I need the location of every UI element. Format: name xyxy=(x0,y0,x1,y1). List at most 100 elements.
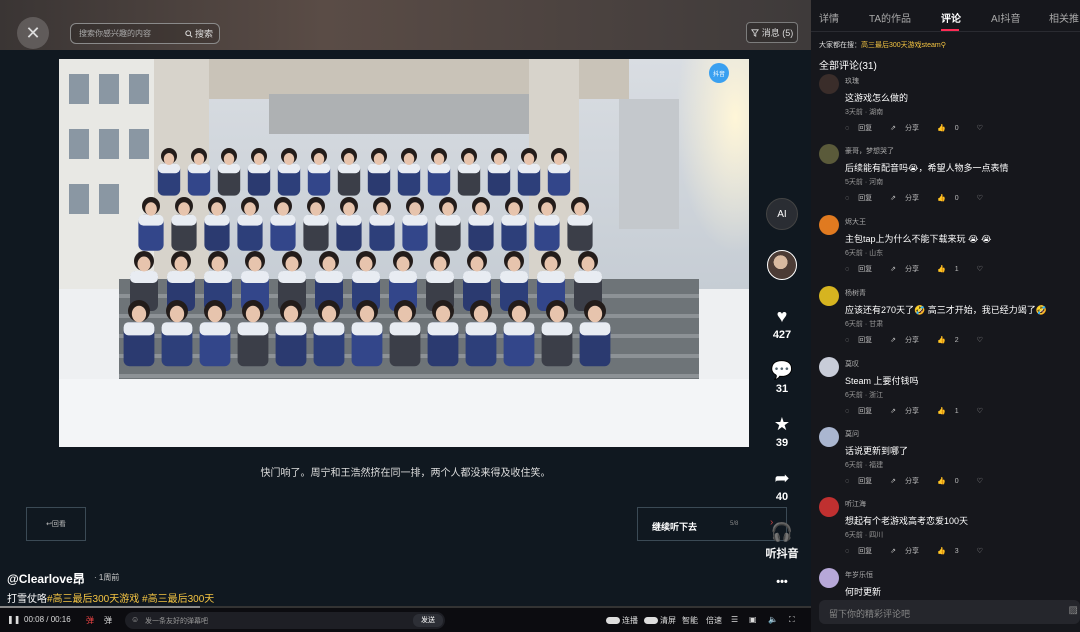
danmu-input-box[interactable]: ☺ 发一条友好的弹幕吧 发送 xyxy=(125,612,445,629)
like-button[interactable]: 👍 0 xyxy=(937,478,968,485)
comment-username[interactable]: 年岁乐恒 xyxy=(845,570,873,580)
favorite-button[interactable]: ★ 39 xyxy=(762,414,802,449)
like-button[interactable]: ♥ 427 xyxy=(762,306,802,341)
dislike-button[interactable]: ♡ xyxy=(977,548,992,555)
dislike-button[interactable]: ♡ xyxy=(977,408,992,415)
clear-screen-toggle[interactable]: 清屏 xyxy=(644,615,676,626)
ai-assistant-button[interactable]: AI xyxy=(762,198,802,230)
search-input[interactable]: 搜索你感兴趣的内容 xyxy=(79,28,151,39)
search-icon: ⚲ xyxy=(940,42,946,49)
comment-input-box[interactable]: 留下你的精彩评论吧 ▨ xyxy=(819,600,1080,624)
panel-tabs: 详情 TA的作品 评论 AI抖音 相关推 xyxy=(811,0,1080,32)
share-button[interactable]: ⇗ 分享 xyxy=(890,266,928,273)
share-label: 分享 xyxy=(905,337,920,344)
reply-icon: ◌ xyxy=(845,125,850,132)
reply-icon: ◌ xyxy=(845,266,850,273)
author-name[interactable]: @Clearlove昂 xyxy=(7,570,85,587)
avatar[interactable] xyxy=(819,215,839,235)
more-button[interactable]: ••• xyxy=(762,574,802,588)
like-button[interactable]: 👍 2 xyxy=(937,337,968,344)
tab-works[interactable]: TA的作品 xyxy=(869,10,911,25)
comment-username[interactable]: 烬大王 xyxy=(845,217,866,227)
dislike-button[interactable]: ♡ xyxy=(977,125,992,132)
autoplay-toggle[interactable]: 连播 xyxy=(606,615,638,626)
reply-button[interactable]: ◌ 回复 xyxy=(845,195,881,202)
reply-button[interactable]: ◌ 回复 xyxy=(845,408,881,415)
like-count: 3 xyxy=(954,548,959,555)
dislike-button[interactable]: ♡ xyxy=(977,195,992,202)
comment-button[interactable]: 💬 31 xyxy=(762,360,802,395)
share-button[interactable]: ⇗ 分享 xyxy=(890,195,928,202)
like-button[interactable]: 👍 0 xyxy=(937,125,968,132)
reply-button[interactable]: ◌ 回复 xyxy=(845,478,881,485)
avatar[interactable] xyxy=(819,357,839,377)
close-button[interactable]: ✕ xyxy=(17,17,49,49)
search-box[interactable]: 搜索你感兴趣的内容 搜索 xyxy=(70,23,220,44)
avatar[interactable] xyxy=(819,568,839,588)
fullscreen-icon[interactable]: ⛶ xyxy=(789,615,795,625)
comment-input[interactable]: 留下你的精彩评论吧 xyxy=(829,607,910,620)
author-avatar-button[interactable] xyxy=(762,250,802,280)
comment-username[interactable]: 玖瑰 xyxy=(845,76,859,86)
hashtag-link[interactable]: #高三最后300天 xyxy=(142,594,214,605)
comment-username[interactable]: 莫问 xyxy=(845,429,859,439)
comment-username[interactable]: 莫叹 xyxy=(845,359,859,369)
share-arrow-icon: ➦ xyxy=(774,468,790,488)
danmu-send-button[interactable]: 发送 xyxy=(413,614,443,627)
share-button[interactable]: ⇗ 分享 xyxy=(890,337,928,344)
hashtag-link[interactable]: #高三最后300天游戏 xyxy=(47,594,139,605)
avatar[interactable] xyxy=(819,74,839,94)
like-button[interactable]: 👍 1 xyxy=(937,408,968,415)
dislike-button[interactable]: ♡ xyxy=(977,478,992,485)
tab-details[interactable]: 详情 xyxy=(819,10,839,25)
tab-ai-douyin[interactable]: AI抖音 xyxy=(991,10,1020,25)
tab-related[interactable]: 相关推 xyxy=(1049,10,1079,25)
tab-comments[interactable]: 评论 xyxy=(941,10,961,25)
trending-term[interactable]: 高三最后300天游戏steam xyxy=(861,42,941,49)
dislike-button[interactable]: ♡ xyxy=(977,337,992,344)
comment-username[interactable]: 杨树青 xyxy=(845,288,866,298)
smart-button[interactable]: 智能 xyxy=(682,615,698,626)
reply-button[interactable]: ◌ 回复 xyxy=(845,266,881,273)
video-player[interactable]: ✕ 搜索你感兴趣的内容 搜索 消息 (5) 抖音 快门响了。周宁和王浩然挤在同一… xyxy=(0,0,811,632)
like-button[interactable]: 👍 3 xyxy=(937,548,968,555)
speed-button[interactable]: 倍速 xyxy=(706,615,722,626)
dislike-button[interactable]: ♡ xyxy=(977,266,992,273)
avatar[interactable] xyxy=(819,427,839,447)
comment-username[interactable]: 听江海 xyxy=(845,499,866,509)
share-button[interactable]: ⇗ 分享 xyxy=(890,125,928,132)
reply-icon: ◌ xyxy=(845,548,850,555)
reply-button[interactable]: ◌ 回复 xyxy=(845,548,881,555)
danmu-input[interactable]: 发一条友好的弹幕吧 xyxy=(145,616,208,626)
share-button[interactable]: ⇗ 分享 xyxy=(890,548,928,555)
thumbs-up-icon: 👍 xyxy=(937,125,946,132)
comment-actions: ◌ 回复 ⇗ 分享 👍 0 ♡ xyxy=(845,193,1001,203)
danmu-settings-icon[interactable]: 弹 xyxy=(104,615,112,626)
image-icon[interactable]: ▨ xyxy=(1069,605,1078,616)
listen-button[interactable]: 🎧 听抖音 xyxy=(762,522,802,561)
share-button[interactable]: ⇗ 分享 xyxy=(890,408,928,415)
heart-outline-icon: ♡ xyxy=(976,408,983,415)
search-button[interactable]: 搜索 xyxy=(185,27,213,40)
avatar[interactable] xyxy=(819,497,839,517)
list-icon[interactable]: ☰ xyxy=(731,615,738,624)
video-frame[interactable]: 抖音 xyxy=(59,59,749,447)
reply-button[interactable]: ◌ 回复 xyxy=(845,337,881,344)
like-button[interactable]: 👍 0 xyxy=(937,195,968,202)
comment-username[interactable]: 豪哥，梦想哭了 xyxy=(845,146,894,156)
share-button[interactable]: ➦ 40 xyxy=(762,468,802,503)
description-text: 打雪仗咯 xyxy=(7,594,47,605)
avatar[interactable] xyxy=(819,144,839,164)
trending-search[interactable]: 大家都在搜：高三最后300天游戏steam⚲ xyxy=(819,40,946,50)
danmu-toggle-icon[interactable]: 弹 xyxy=(86,615,94,626)
pip-icon[interactable]: ▣ xyxy=(749,615,757,624)
pause-icon[interactable]: ❚❚ xyxy=(7,615,20,624)
comment-actions: ◌ 回复 ⇗ 分享 👍 1 ♡ xyxy=(845,406,1001,416)
like-button[interactable]: 👍 1 xyxy=(937,266,968,273)
avatar[interactable] xyxy=(819,286,839,306)
reply-button[interactable]: ◌ 回复 xyxy=(845,125,881,132)
replay-button[interactable]: ↩回看 xyxy=(26,507,86,541)
share-button[interactable]: ⇗ 分享 xyxy=(890,478,928,485)
volume-icon[interactable]: 🔈 xyxy=(768,615,778,624)
messages-button[interactable]: 消息 (5) xyxy=(746,22,798,43)
